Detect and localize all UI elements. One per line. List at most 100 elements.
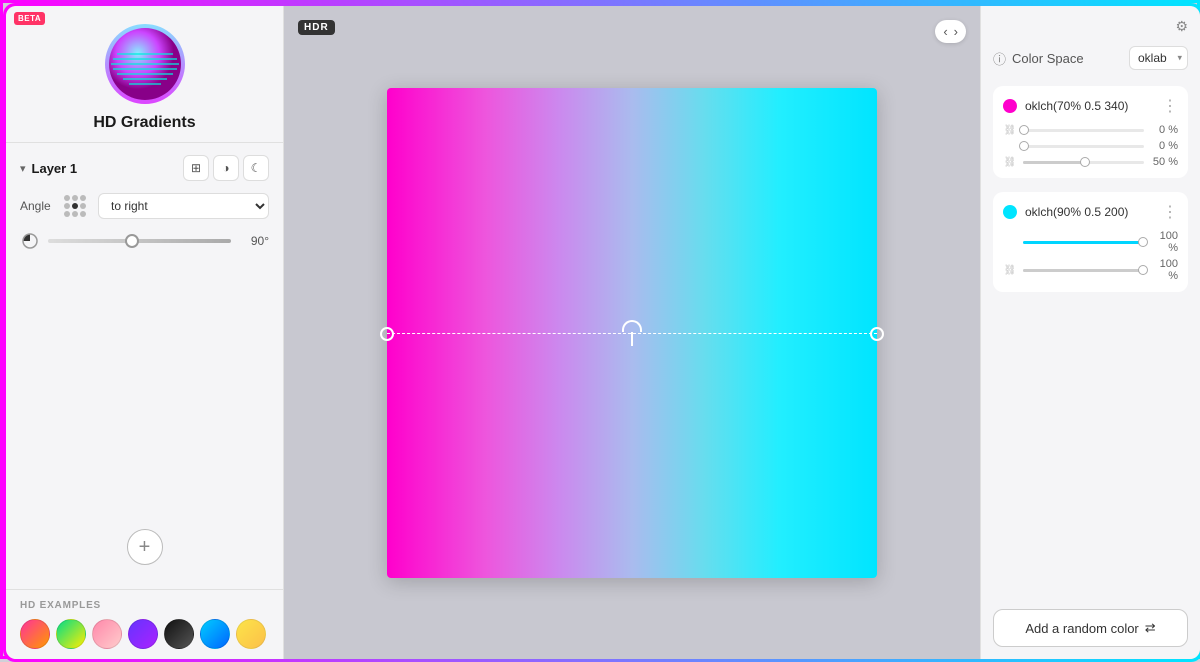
stop-2-slider-2-fill [1023,269,1144,272]
color-space-label: Color Space [1012,51,1123,66]
stop-2-slider-1-value: 100 % [1150,230,1178,254]
hd-examples-label: HD EXAMPLES [20,600,269,611]
stop-1-link-icon: ⛓ [1003,125,1017,136]
swatch-5[interactable] [164,619,194,649]
stop-2-slider-1-row: 100 % [1003,230,1178,254]
swatch-6[interactable] [200,619,230,649]
color-space-select-wrapper: oklab ▾ [1129,46,1188,70]
gradient-right-handle[interactable] [870,327,884,341]
color-stop-1: oklch(70% 0.5 340) ⋮ ⛓ 0 % [993,86,1188,178]
stop-2-sliders: 100 % ⛓ 100 % [1003,230,1178,282]
degree-slider-row: 90° [20,231,269,251]
stop-2-slider-2-thumb[interactable] [1138,265,1148,275]
stop-2-slider-2-track[interactable] [1023,269,1144,272]
prev-arrow[interactable]: ‹ [943,24,947,39]
swatch-3[interactable] [92,619,122,649]
color-stop-1-more-icon[interactable]: ⋮ [1162,96,1178,116]
sidebar-spacer [20,259,269,529]
degree-slider-thumb[interactable] [125,234,139,248]
stop-1-slider-1-row: ⛓ 0 % [1003,124,1178,136]
grid-icon-btn[interactable]: ⊞ [183,155,209,181]
hdr-badge: HDR [298,20,335,35]
color-stop-1-dot[interactable] [1003,99,1017,113]
sidebar-header: HD Gradients [6,6,283,143]
sidebar-content: ▾ Layer 1 ⊞ ◑ ☾ [6,143,283,589]
beta-badge: BETA [14,12,45,25]
info-icon: ⓘ [993,49,1006,68]
stop-1-link2-icon: ⛓ [1003,157,1017,168]
swatch-4[interactable] [128,619,158,649]
swatch-7[interactable] [236,619,266,649]
stop-1-slider-1-track[interactable] [1023,129,1144,132]
logo-svg [105,24,185,104]
swatch-2[interactable] [56,619,86,649]
dot-tc [72,195,78,201]
layer-name: Layer 1 [32,161,78,176]
stop-1-slider-3-track[interactable] [1023,161,1144,164]
shuffle-icon: ⇄ [1145,620,1156,636]
color-stop-1-label: oklch(70% 0.5 340) [1025,99,1154,113]
color-swatches [20,619,269,649]
layer-collapse-icon[interactable]: ▾ [20,162,26,175]
swatch-1[interactable] [20,619,50,649]
dot-tr [80,195,86,201]
color-space-select[interactable]: oklab [1129,46,1188,70]
layer-header: ▾ Layer 1 ⊞ ◑ ☾ [20,155,269,181]
dot-mr [80,203,86,209]
angle-row: Angle to right [20,193,269,219]
half-circle-icon: ◑ [222,161,229,175]
color-stop-2: oklch(90% 0.5 200) ⋮ 100 % [993,192,1188,292]
color-stop-2-dot[interactable] [1003,205,1017,219]
color-stop-2-more-icon[interactable]: ⋮ [1162,202,1178,222]
layer-icons: ⊞ ◑ ☾ [183,155,269,181]
angle-dots-grid[interactable] [64,195,86,217]
stop-1-slider-3-thumb[interactable] [1080,157,1090,167]
hd-examples-section: HD EXAMPLES [6,589,283,659]
pie-icon [21,232,39,250]
stop-2-slider-1-fill [1023,241,1144,244]
dot-bl [64,211,70,217]
degree-value: 90° [239,234,269,248]
layer-title-row: ▾ Layer 1 [20,161,77,176]
stop-2-slider-1-track[interactable] [1023,241,1144,244]
gradient-midpoint-handle[interactable] [622,320,642,346]
angle-select[interactable]: to right [98,193,269,219]
stop-1-slider-1-thumb[interactable] [1019,125,1029,135]
stop-2-link-icon: ⛓ [1003,265,1017,276]
moon-icon: ☾ [251,161,262,175]
color-stop-2-label: oklch(90% 0.5 200) [1025,205,1154,219]
color-space-row: ⓘ Color Space oklab ▾ [993,46,1188,70]
stop-1-sliders: ⛓ 0 % 0 % [1003,124,1178,168]
gradient-canvas[interactable] [387,88,877,578]
dot-tl [64,195,70,201]
stop-1-slider-2-value: 0 % [1150,140,1178,152]
gradient-line [387,333,877,334]
half-circle-btn[interactable]: ◑ [213,155,239,181]
add-icon: + [139,536,151,559]
nav-arrows: ‹ › [935,20,966,43]
right-panel-spacer [993,306,1188,609]
handle-arc [622,320,642,332]
degree-slider-track[interactable] [48,239,231,243]
app-logo [105,24,185,104]
stop-2-slider-1-thumb[interactable] [1138,237,1148,247]
stop-1-slider-1-value: 0 % [1150,124,1178,136]
add-color-button[interactable]: Add a random color ⇄ [993,609,1188,647]
moon-btn[interactable]: ☾ [243,155,269,181]
gradient-left-handle[interactable] [380,327,394,341]
handle-line [631,332,633,346]
right-panel: ⚙ ⓘ Color Space oklab ▾ oklch(70% 0.5 34… [980,6,1200,659]
color-stop-2-header: oklch(90% 0.5 200) ⋮ [1003,202,1178,222]
stop-1-slider-2-thumb[interactable] [1019,141,1029,151]
dot-mc [72,203,78,209]
dot-br [80,211,86,217]
stop-1-slider-3-fill [1023,161,1084,164]
add-layer-button[interactable]: + [127,529,163,565]
next-arrow[interactable]: › [954,24,958,39]
stop-1-slider-2-track[interactable] [1023,145,1144,148]
stop-1-slider-2-row: 0 % [1003,140,1178,152]
stop-2-slider-2-row: ⛓ 100 % [1003,258,1178,282]
settings-icon[interactable]: ⚙ [1175,18,1188,35]
dot-ml [64,203,70,209]
app-title: HD Gradients [93,114,195,132]
